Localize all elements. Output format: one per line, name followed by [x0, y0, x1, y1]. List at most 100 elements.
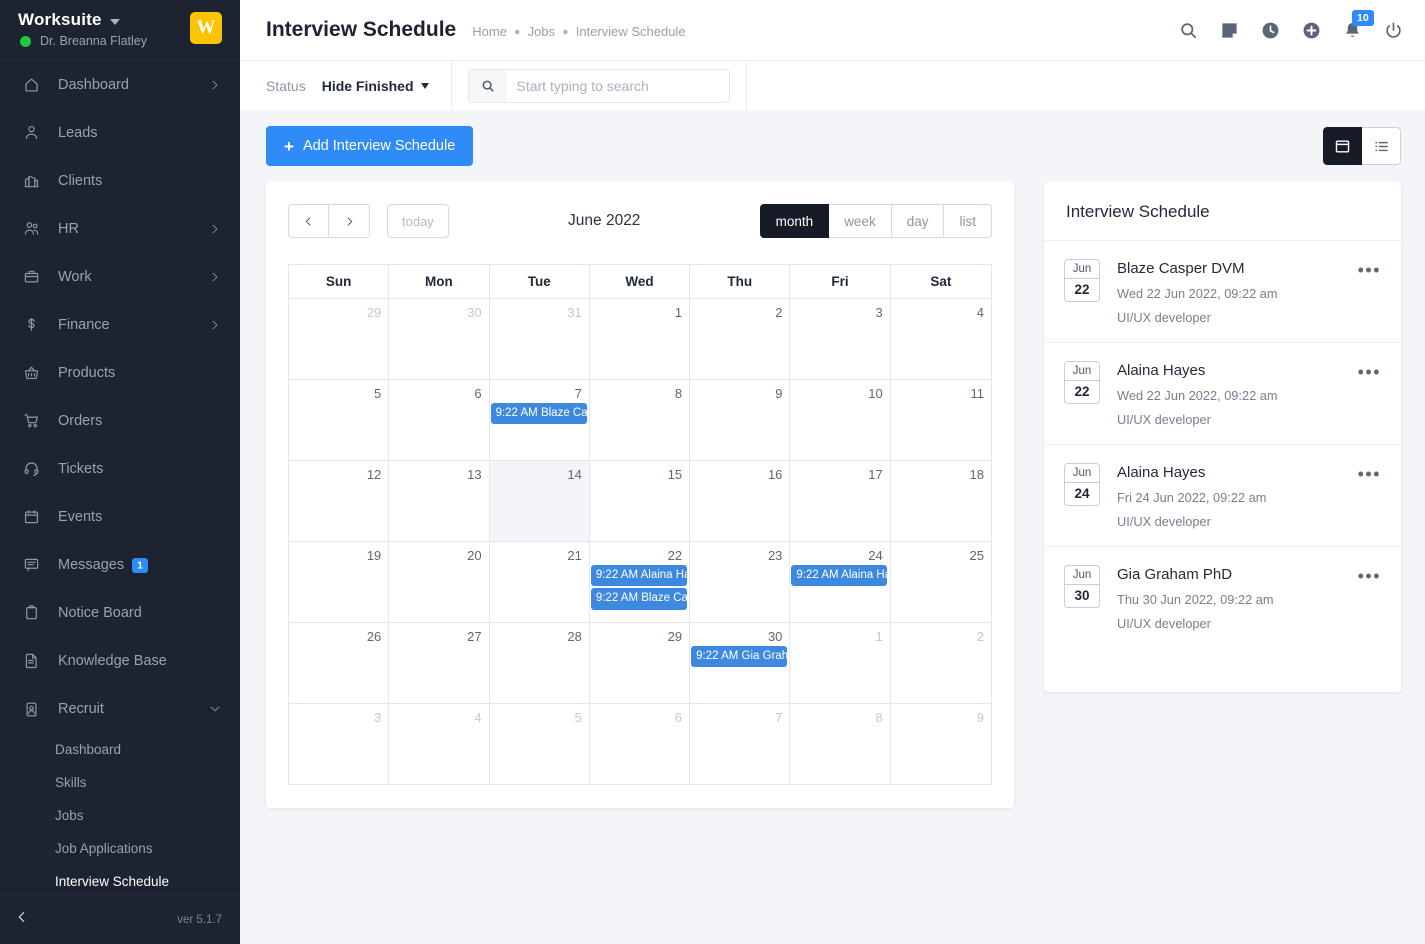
calendar-day-cell[interactable]: 24 9:22 AM Alaina Hayes: [790, 542, 891, 623]
sidebar-subitem-job-applications[interactable]: Job Applications: [0, 832, 240, 865]
calendar-day-cell[interactable]: 2: [690, 299, 791, 380]
calendar-day-cell[interactable]: 13: [389, 461, 490, 542]
sidebar-item-events[interactable]: Events: [0, 493, 240, 541]
calendar-view-list[interactable]: list: [944, 204, 992, 238]
calendar-day-cell[interactable]: 21: [489, 542, 590, 623]
calendar-event[interactable]: 9:22 AM Blaze Casper DVM: [490, 403, 587, 425]
calendar-day-cell[interactable]: 7: [690, 704, 791, 785]
calendar-day-cell[interactable]: 20: [389, 542, 490, 623]
calendar-day-cell[interactable]: 29: [589, 623, 691, 704]
calendar-event[interactable]: 9:22 AM Alaina Hayes: [791, 565, 888, 587]
search-icon[interactable]: [1179, 21, 1198, 40]
calendar-day-cell[interactable]: 11: [890, 380, 991, 461]
calendar-day-cell[interactable]: 22 9:22 AM Alaina Hayes9:22 AM Blaze Casp…: [589, 542, 691, 623]
calendar-day-cell[interactable]: 12: [289, 461, 390, 542]
sidebar-item-knowledge-base[interactable]: Knowledge Base: [0, 637, 240, 685]
power-icon[interactable]: [1384, 21, 1403, 40]
calendar-next-button[interactable]: [329, 204, 370, 238]
list-item[interactable]: Jun 30 Gia Graham PhD Thu 30 Jun 2022, 09:2…: [1044, 546, 1401, 648]
calendar-day-cell[interactable]: 25: [890, 542, 991, 623]
calendar-view-button[interactable]: [1323, 127, 1362, 165]
calendar-day-cell[interactable]: 6: [589, 704, 691, 785]
more-options-icon[interactable]: •••: [1358, 361, 1381, 381]
calendar-day-cell[interactable]: 30 9:22 AM Gia Graham PhD: [690, 623, 791, 704]
sidebar-item-leads[interactable]: Leads: [0, 109, 240, 157]
note-icon[interactable]: [1220, 21, 1239, 40]
calendar-day-cell[interactable]: 31: [489, 299, 590, 380]
calendar-day-cell[interactable]: 2: [890, 623, 991, 704]
calendar-day-cell[interactable]: 1: [790, 623, 891, 704]
calendar-day-cell[interactable]: 16: [690, 461, 791, 542]
calendar-today-button[interactable]: today: [387, 204, 449, 238]
calendar-day-cell[interactable]: 14: [489, 461, 590, 542]
calendar-day-cell[interactable]: 5: [489, 704, 590, 785]
more-options-icon[interactable]: •••: [1358, 463, 1381, 483]
calendar-prev-button[interactable]: [288, 204, 329, 238]
breadcrumb-item[interactable]: Jobs: [528, 24, 555, 39]
sidebar-item-tickets[interactable]: Tickets: [0, 445, 240, 493]
calendar-day-cell[interactable]: 4: [890, 299, 991, 380]
sidebar-item-finance[interactable]: Finance: [0, 301, 240, 349]
calendar-day-cell[interactable]: 17: [790, 461, 891, 542]
sidebar-item-messages[interactable]: Messages 1: [0, 541, 240, 589]
calendar-day-cell[interactable]: 4: [389, 704, 490, 785]
calendar-view-week[interactable]: week: [829, 204, 892, 238]
calendar-day-cell[interactable]: 3: [790, 299, 891, 380]
search-input[interactable]: [506, 69, 729, 102]
sidebar-nav[interactable]: Dashboard Leads Clients HR Work Finance Produc…: [0, 60, 240, 894]
clock-icon[interactable]: [1261, 21, 1280, 40]
calendar-day-cell[interactable]: 26: [289, 623, 390, 704]
bell-icon[interactable]: 10: [1343, 9, 1374, 40]
calendar-day-cell[interactable]: 28: [489, 623, 590, 704]
plus-circle-icon[interactable]: [1302, 21, 1321, 40]
calendar-day-cell[interactable]: 6: [389, 380, 490, 461]
breadcrumb[interactable]: Home ● Jobs ● Interview Schedule: [472, 24, 685, 39]
calendar-event[interactable]: 9:22 AM Blaze Casper DVM: [590, 588, 687, 610]
collapse-sidebar-button[interactable]: [14, 909, 30, 930]
calendar-day-cell[interactable]: 9: [890, 704, 991, 785]
calendar-view-month[interactable]: month: [759, 204, 830, 238]
brand-switcher[interactable]: Worksuite: [18, 10, 147, 30]
list-item[interactable]: Jun 24 Alaina Hayes Fri 24 Jun 2022, 09:22 …: [1044, 444, 1401, 546]
sidebar-item-work[interactable]: Work: [0, 253, 240, 301]
calendar-day-cell[interactable]: 30: [389, 299, 490, 380]
sidebar-subitem-interview-schedule[interactable]: Interview Schedule: [0, 865, 240, 894]
sidebar-item-products[interactable]: Products: [0, 349, 240, 397]
calendar-day-cell[interactable]: 7 9:22 AM Blaze Casper DVM: [489, 380, 590, 461]
more-options-icon[interactable]: •••: [1358, 259, 1381, 279]
sidebar-item-notice-board[interactable]: Notice Board: [0, 589, 240, 637]
calendar-day-cell[interactable]: 8: [589, 380, 691, 461]
calendar-day-cell[interactable]: 1: [589, 299, 691, 380]
sidebar-item-dashboard[interactable]: Dashboard: [0, 61, 240, 109]
status-filter-dropdown[interactable]: Hide Finished: [322, 78, 429, 94]
calendar-day-cell[interactable]: 23: [690, 542, 791, 623]
sidebar-subitem-jobs[interactable]: Jobs: [0, 799, 240, 832]
add-interview-schedule-button[interactable]: + Add Interview Schedule: [266, 126, 474, 166]
calendar-view-day[interactable]: day: [891, 204, 945, 238]
calendar-event[interactable]: 9:22 AM Alaina Hayes: [590, 565, 687, 587]
calendar-day-cell[interactable]: 15: [589, 461, 691, 542]
calendar-day-cell[interactable]: 10: [790, 380, 891, 461]
calendar-day-cell[interactable]: 3: [289, 704, 390, 785]
sidebar-item-orders[interactable]: Orders: [0, 397, 240, 445]
list-item[interactable]: Jun 22 Alaina Hayes Wed 22 Jun 2022, 09:22 …: [1044, 342, 1401, 444]
calendar-event[interactable]: 9:22 AM Gia Graham PhD: [691, 646, 788, 668]
more-options-icon[interactable]: •••: [1358, 565, 1381, 585]
calendar-day-cell[interactable]: 8: [790, 704, 891, 785]
calendar-day-cell[interactable]: 19: [289, 542, 390, 623]
list-view-button[interactable]: [1362, 127, 1401, 165]
calendar-day-cell[interactable]: 5: [289, 380, 390, 461]
calendar-day-cell[interactable]: 18: [890, 461, 991, 542]
breadcrumb-item[interactable]: Interview Schedule: [576, 24, 686, 39]
sidebar-subitem-skills[interactable]: Skills: [0, 766, 240, 799]
calendar-day-cell[interactable]: 27: [389, 623, 490, 704]
sidebar-item-hr[interactable]: HR: [0, 205, 240, 253]
calendar-day-number: 8: [674, 386, 683, 401]
sidebar-subitem-dashboard[interactable]: Dashboard: [0, 733, 240, 766]
list-item[interactable]: Jun 22 Blaze Casper DVM Wed 22 Jun 2022, 09…: [1044, 241, 1401, 342]
sidebar-item-clients[interactable]: Clients: [0, 157, 240, 205]
calendar-day-cell[interactable]: 29: [289, 299, 390, 380]
breadcrumb-item[interactable]: Home: [472, 24, 507, 39]
calendar-day-cell[interactable]: 9: [690, 380, 791, 461]
sidebar-item-recruit[interactable]: Recruit: [0, 685, 240, 733]
